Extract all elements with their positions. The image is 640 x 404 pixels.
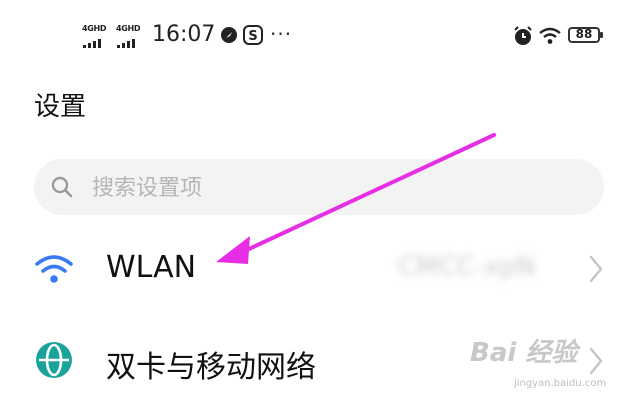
list-item-value: CMCC-xpN [398, 252, 536, 282]
watermark: Bai 经验 jingyan.baidu.com [470, 328, 635, 404]
list-item-label: 双卡与移动网络 [106, 350, 316, 385]
page-title: 设置 [34, 92, 87, 122]
wifi-icon [35, 255, 73, 283]
status-bar: 4GHD 4GHD 16:07 S ··· 88 [0, 0, 640, 64]
search-icon [51, 176, 73, 198]
network-type-label: 4GHD [82, 24, 107, 33]
status-time: 16:07 [152, 22, 216, 47]
battery-level: 88 [575, 27, 593, 41]
more-notifications: ··· [270, 22, 293, 46]
chevron-right-icon [589, 255, 603, 283]
signal-icon [117, 38, 135, 48]
signal-sim1: 4GHD [82, 24, 112, 48]
search-input[interactable] [90, 169, 574, 207]
search-bar[interactable] [34, 159, 604, 215]
signal-icon [83, 38, 101, 48]
list-item-wlan[interactable]: WLAN CMCC-xpN [0, 230, 640, 310]
battery-icon: 88 [568, 27, 603, 43]
wifi-icon [539, 27, 561, 44]
watermark-logo: Bai 经验 [470, 338, 578, 368]
network-type-label: 4GHD [116, 24, 141, 33]
alarm-icon [514, 26, 532, 45]
app-s-icon: S [243, 25, 263, 45]
svg-text:S: S [248, 29, 257, 44]
location-icon [221, 27, 237, 43]
watermark-url: jingyan.baidu.com [514, 378, 607, 389]
list-item-label: WLAN [106, 250, 197, 285]
globe-icon [36, 342, 72, 378]
signal-sim2: 4GHD [116, 24, 146, 48]
